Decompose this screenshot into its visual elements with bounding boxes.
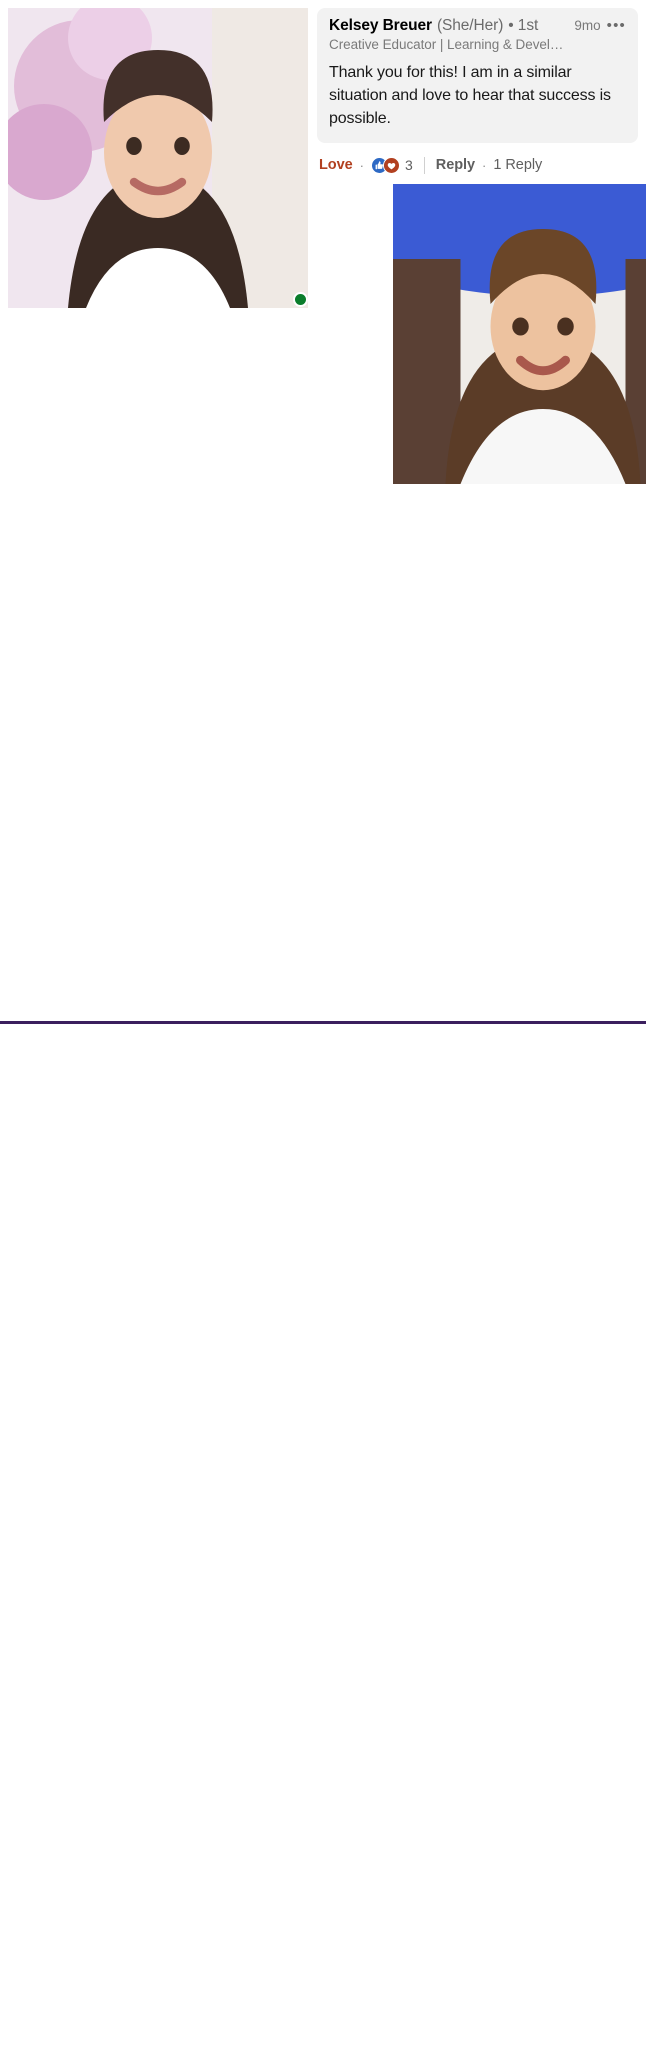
kelsey-breuer-avatar[interactable] (8, 8, 308, 308)
author-headline: Creative Educator | Learning & Developme… (329, 37, 564, 52)
avatar-wrap (393, 184, 646, 484)
comment-actions: Love · 3 Reply · 1 Reply (317, 143, 646, 178)
comment-item: Kelsey Breuer (She/Her) • 1st Creative Edu… (0, 0, 646, 2048)
love-reaction-icon[interactable] (383, 157, 400, 174)
reaction-button[interactable]: Love (319, 157, 353, 173)
comment-header: Kelsey Breuer (She/Her) • 1st Creative Edu… (329, 17, 626, 52)
comment-timestamp: 9mo (574, 18, 600, 33)
comment-author-row: Kelsey Breuer (She/Her) • 1st (329, 17, 564, 35)
comment-text-run: Thank you for this! I am in a similar si… (329, 64, 611, 127)
action-divider (424, 157, 425, 174)
comments-thread: Kelsey Breuer (She/Her) • 1st Creative Edu… (0, 0, 646, 2048)
comment-text: Thank you for this! I am in a similar si… (329, 61, 626, 130)
comment-identity: Kelsey Breuer (She/Her) • 1st Creative Edu… (329, 17, 564, 52)
avatar-wrap (8, 8, 308, 308)
comment-reply: Maria HealeyAuthor Content marketing lea… (317, 178, 646, 2048)
comment-meta: 9mo ••• (574, 17, 626, 33)
comment-author-name[interactable]: Kelsey Breuer (329, 17, 432, 35)
separator-dot: · (360, 158, 364, 173)
more-options-icon[interactable]: ••• (607, 22, 626, 30)
presence-online-indicator (293, 292, 308, 307)
sub-reply-count[interactable]: 1 Reply (493, 157, 542, 173)
reaction-count: 3 (405, 157, 413, 173)
comment-body: Kelsey Breuer (She/Her) • 1st Creative Edu… (317, 8, 646, 2048)
author-pronouns: (She/Her) (437, 17, 503, 35)
separator-dot: · (482, 158, 486, 173)
comment-bubble: Kelsey Breuer (She/Her) • 1st Creative Edu… (317, 8, 638, 143)
connection-degree: • 1st (508, 17, 538, 35)
reaction-summary[interactable]: 3 (371, 157, 413, 174)
reply-button[interactable]: Reply (436, 157, 475, 173)
maria-healey-avatar[interactable] (393, 184, 646, 484)
